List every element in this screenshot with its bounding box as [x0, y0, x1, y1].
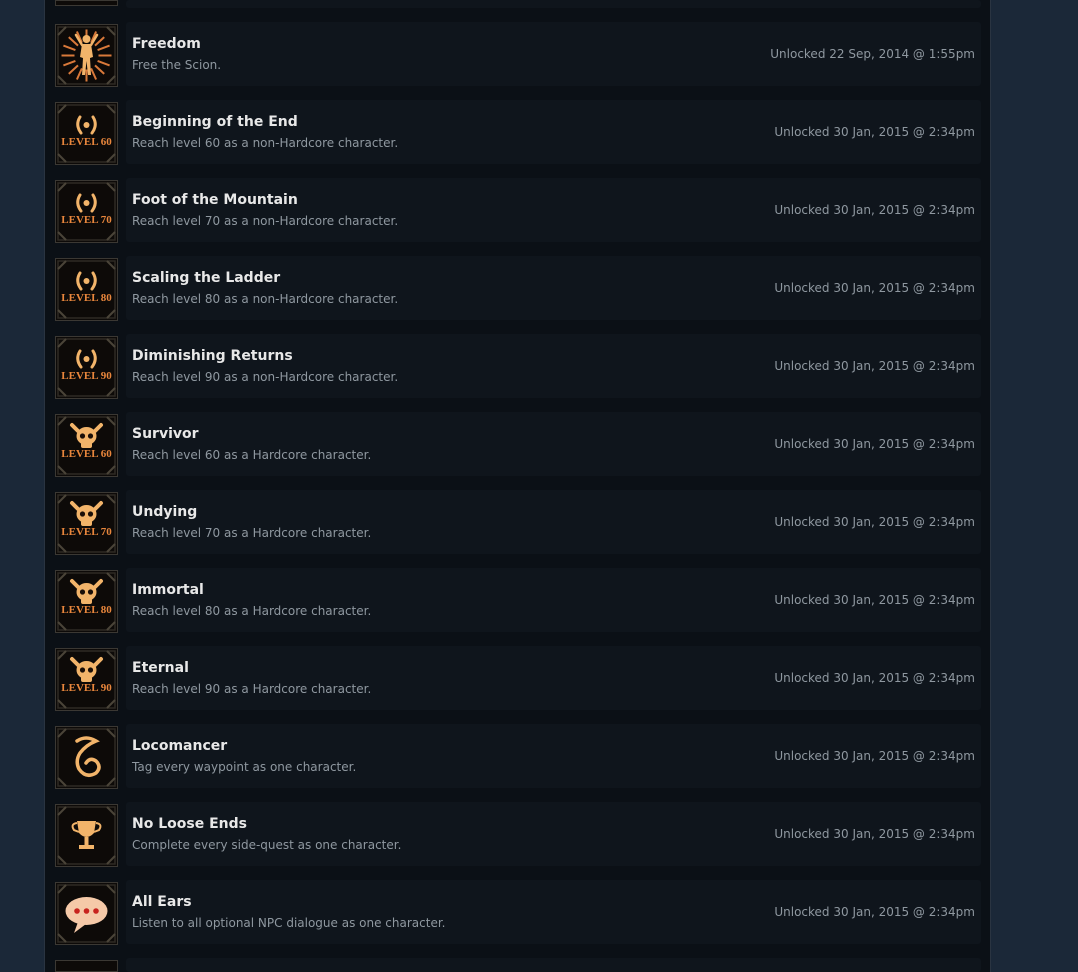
achievement-description: Reach level 80 as a Hardcore character. [132, 604, 372, 618]
achievement-title: Beginning of the End [132, 114, 298, 130]
achievement-description: Reach level 60 as a non-Hardcore charact… [132, 136, 399, 150]
laurel-level-icon: LEVEL 80 [55, 258, 118, 321]
icon-level-label: LEVEL 80 [61, 292, 112, 304]
achievement-card[interactable]: Scaling the Ladder Reach level 80 as a n… [126, 256, 981, 320]
icon-level-label: LEVEL 70 [61, 214, 112, 226]
achievement-description: Reach level 80 as a non-Hardcore charact… [132, 292, 399, 306]
achievement-unlock-date: Unlocked 30 Jan, 2015 @ 2:34pm [774, 905, 975, 919]
achievement-card[interactable]: Locomancer Tag every waypoint as one cha… [126, 724, 981, 788]
achievement-unlock-date: Unlocked 30 Jan, 2015 @ 2:34pm [774, 359, 975, 373]
skull-level-icon: LEVEL 80 [55, 570, 118, 633]
achievement-card[interactable]: Eternal Reach level 90 as a Hardcore cha… [126, 646, 981, 710]
icon-level-label: LEVEL 60 [61, 448, 112, 460]
achievement-unlock-date: Unlocked 30 Jan, 2015 @ 2:34pm [774, 281, 975, 295]
achievement-row[interactable]: LEVEL 70 Undying Reach level 70 as a Har… [54, 490, 982, 555]
achievement-unlock-date: Unlocked 30 Jan, 2015 @ 2:34pm [774, 827, 975, 841]
icon-level-label: LEVEL 90 [61, 370, 112, 382]
achievement-card[interactable]: All Ears Listen to all optional NPC dial… [126, 880, 981, 944]
waypoint-swirl-icon [55, 726, 118, 789]
skull-level-icon: LEVEL 60 [55, 414, 118, 477]
achievement-card[interactable]: Immortal Reach level 80 as a Hardcore ch… [126, 568, 981, 632]
achievement-description: Reach level 70 as a non-Hardcore charact… [132, 214, 399, 228]
achievement-row[interactable]: LEVEL 80 Immortal Reach level 80 as a Ha… [54, 568, 982, 633]
skull-level-icon: LEVEL 70 [55, 492, 118, 555]
achievement-unlock-date: Unlocked 30 Jan, 2015 @ 2:34pm [774, 671, 975, 685]
achievement-unlock-date: Unlocked 30 Jan, 2015 @ 2:34pm [774, 515, 975, 529]
achievement-card[interactable]: Diminishing Returns Reach level 90 as a … [126, 334, 981, 398]
scion-figure-icon [55, 24, 118, 87]
achievement-title: Immortal [132, 582, 204, 598]
achievement-row[interactable]: LEVEL 80 Scaling the Ladder Reach level … [54, 256, 982, 321]
achievement-description: Complete every side-quest as one charact… [132, 838, 402, 852]
achievement-row[interactable]: LEVEL 90 Eternal Reach level 90 as a Har… [54, 646, 982, 711]
partial-achievement-icon-top [55, 0, 118, 6]
achievement-row[interactable]: LEVEL 70 Foot of the Mountain Reach leve… [54, 178, 982, 243]
achievement-title: No Loose Ends [132, 816, 247, 832]
achievement-row[interactable]: LEVEL 90 Diminishing Returns Reach level… [54, 334, 982, 399]
achievement-row[interactable]: Freedom Free the Scion. Unlocked 22 Sep,… [54, 22, 982, 87]
achievement-unlock-date: Unlocked 30 Jan, 2015 @ 2:34pm [774, 749, 975, 763]
achievement-description: Listen to all optional NPC dialogue as o… [132, 916, 446, 930]
partial-achievement-card-top[interactable] [126, 0, 981, 8]
laurel-level-icon: LEVEL 70 [55, 180, 118, 243]
achievement-card[interactable]: Survivor Reach level 60 as a Hardcore ch… [126, 412, 981, 476]
achievement-unlock-date: Unlocked 30 Jan, 2015 @ 2:34pm [774, 203, 975, 217]
achievement-title: Eternal [132, 660, 189, 676]
achievement-row[interactable]: LEVEL 60 Beginning of the End Reach leve… [54, 100, 982, 165]
achievement-card[interactable]: Beginning of the End Reach level 60 as a… [126, 100, 981, 164]
achievement-title: Scaling the Ladder [132, 270, 281, 286]
achievement-description: Reach level 90 as a non-Hardcore charact… [132, 370, 399, 384]
achievement-description: Free the Scion. [132, 58, 222, 72]
achievement-description: Reach level 70 as a Hardcore character. [132, 526, 372, 540]
trophy-icon [55, 804, 118, 867]
icon-level-label: LEVEL 70 [61, 526, 112, 538]
achievement-unlock-date: Unlocked 30 Jan, 2015 @ 2:34pm [774, 593, 975, 607]
achievement-title: Foot of the Mountain [132, 192, 298, 208]
achievement-description: Tag every waypoint as one character. [132, 760, 357, 774]
achievement-row[interactable]: LEVEL 60 Survivor Reach level 60 as a Ha… [54, 412, 982, 477]
achievement-unlock-date: Unlocked 30 Jan, 2015 @ 2:34pm [774, 125, 975, 139]
achievement-title: Undying [132, 504, 198, 520]
achievement-card[interactable]: Undying Reach level 70 as a Hardcore cha… [126, 490, 981, 554]
laurel-level-icon: LEVEL 90 [55, 336, 118, 399]
speech-bubble-icon [55, 882, 118, 945]
achievement-row[interactable]: All Ears Listen to all optional NPC dial… [54, 880, 982, 945]
icon-level-label: LEVEL 60 [61, 136, 112, 148]
achievement-title: Locomancer [132, 738, 228, 754]
achievement-title: Survivor [132, 426, 199, 442]
partial-achievement-icon-bottom [55, 960, 118, 972]
icon-level-label: LEVEL 90 [61, 682, 112, 694]
achievement-title: Diminishing Returns [132, 348, 293, 364]
achievement-card[interactable]: No Loose Ends Complete every side-quest … [126, 802, 981, 866]
achievement-row[interactable]: No Loose Ends Complete every side-quest … [54, 802, 982, 867]
achievement-unlock-date: Unlocked 22 Sep, 2014 @ 1:55pm [770, 47, 975, 61]
achievement-card[interactable]: Freedom Free the Scion. Unlocked 22 Sep,… [126, 22, 981, 86]
achievement-row[interactable]: Locomancer Tag every waypoint as one cha… [54, 724, 982, 789]
achievement-unlock-date: Unlocked 30 Jan, 2015 @ 2:34pm [774, 437, 975, 451]
achievement-description: Reach level 90 as a Hardcore character. [132, 682, 372, 696]
achievement-description: Reach level 60 as a Hardcore character. [132, 448, 372, 462]
achievement-title: Freedom [132, 36, 201, 52]
achievement-card[interactable]: Foot of the Mountain Reach level 70 as a… [126, 178, 981, 242]
partial-achievement-card-bottom[interactable] [126, 958, 981, 972]
laurel-level-icon: LEVEL 60 [55, 102, 118, 165]
icon-level-label: LEVEL 80 [61, 604, 112, 616]
achievement-title: All Ears [132, 894, 192, 910]
skull-level-icon: LEVEL 90 [55, 648, 118, 711]
